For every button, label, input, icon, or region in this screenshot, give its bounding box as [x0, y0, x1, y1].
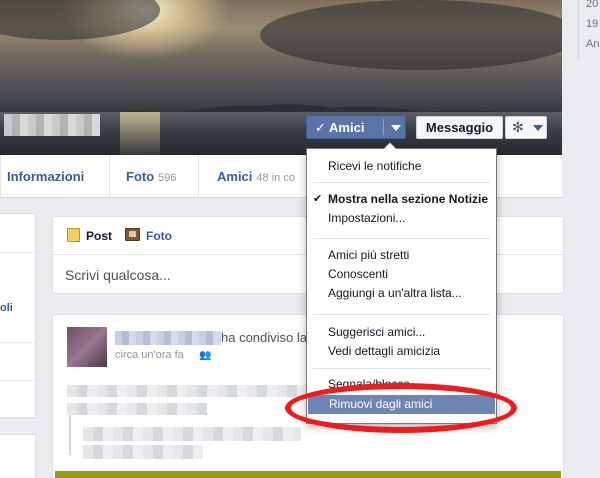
menu-divider	[313, 238, 490, 239]
story-action-text: ha condiviso la	[221, 330, 307, 345]
friends-button-label: ✓ Amici	[315, 120, 365, 135]
tab-amici[interactable]: Amici 48 in co	[217, 155, 295, 198]
tab-foto[interactable]: Foto 596	[126, 155, 177, 198]
checkmark-icon: ✓	[315, 120, 330, 135]
tab-label: Amici	[217, 169, 253, 184]
caret-down-icon	[391, 125, 401, 131]
menu-item-add-to-list[interactable]: Aggiungi a un'altra lista...	[307, 284, 496, 303]
divider	[383, 119, 384, 135]
right-sidebar-strip: 20 19 An	[566, 0, 600, 478]
tab-count: 48 in co	[256, 172, 295, 184]
check-icon: ✔	[313, 193, 323, 205]
menu-item-suggest-friends[interactable]: Suggerisci amici...	[307, 323, 496, 342]
divider	[0, 380, 35, 381]
tab-label: Foto	[126, 169, 155, 184]
menu-item-acquaintances[interactable]: Conoscenti	[307, 265, 496, 284]
profile-name-blurred	[4, 114, 100, 136]
menu-item-friendship-details[interactable]: Vedi dettagli amicizia	[307, 342, 496, 361]
avatar[interactable]	[67, 327, 107, 367]
highlight-ellipse	[285, 383, 517, 433]
caret-down-icon	[533, 125, 543, 131]
divider	[0, 155, 1, 198]
blurred-text	[83, 445, 203, 459]
divider	[0, 342, 35, 343]
tab-count: 596	[158, 172, 177, 184]
story-timestamp[interactable]: circa un'ora fa	[115, 349, 184, 361]
composer-tab-post[interactable]: Post	[86, 229, 112, 243]
blurred-text	[83, 427, 301, 441]
sun-reflection	[120, 112, 160, 155]
blurred-text	[67, 403, 207, 415]
composer-tab-photo[interactable]: Foto	[146, 229, 172, 243]
menu-item-close-friends[interactable]: Amici più stretti	[307, 246, 496, 265]
left-card-2	[0, 434, 36, 478]
quote-bar	[69, 415, 71, 455]
year-item[interactable]: 19	[586, 18, 598, 30]
menu-divider	[313, 368, 490, 369]
blurred-text	[67, 385, 307, 397]
tab-label: Informazioni	[7, 169, 85, 184]
left-card-link[interactable]: oli	[0, 302, 13, 314]
cloud-shape	[260, 0, 562, 70]
photo-icon	[125, 228, 140, 241]
message-button[interactable]: Messaggio	[416, 116, 503, 139]
left-info-card: oli	[0, 213, 36, 418]
tab-informazioni[interactable]: Informazioni	[7, 155, 84, 198]
menu-item-settings[interactable]: Impostazioni...	[307, 209, 496, 228]
friends-audience-icon: 👥	[199, 350, 212, 361]
year-item[interactable]: An	[586, 38, 599, 50]
menu-notch	[383, 142, 397, 149]
menu-item-show-in-news-feed[interactable]: ✔ Mostra nella sezione Notizie	[307, 190, 496, 209]
year-item[interactable]: 20	[586, 0, 598, 10]
settings-menu-button[interactable]: ✻	[505, 116, 547, 139]
composer-input[interactable]: Scrivi qualcosa...	[65, 267, 171, 283]
divider	[109, 155, 110, 198]
gear-icon: ✻	[512, 119, 524, 135]
divider	[0, 252, 35, 253]
divider	[198, 155, 199, 198]
shared-content-strip	[55, 471, 561, 478]
author-name-blurred[interactable]	[115, 331, 221, 345]
post-icon	[67, 228, 80, 242]
friends-button[interactable]: ✓ Amici	[306, 115, 406, 139]
divider	[578, 0, 579, 60]
cloud-shape	[0, 0, 160, 40]
menu-divider	[313, 314, 490, 315]
menu-item-notifications[interactable]: Ricevi le notifiche	[307, 157, 496, 176]
menu-divider	[313, 182, 490, 183]
